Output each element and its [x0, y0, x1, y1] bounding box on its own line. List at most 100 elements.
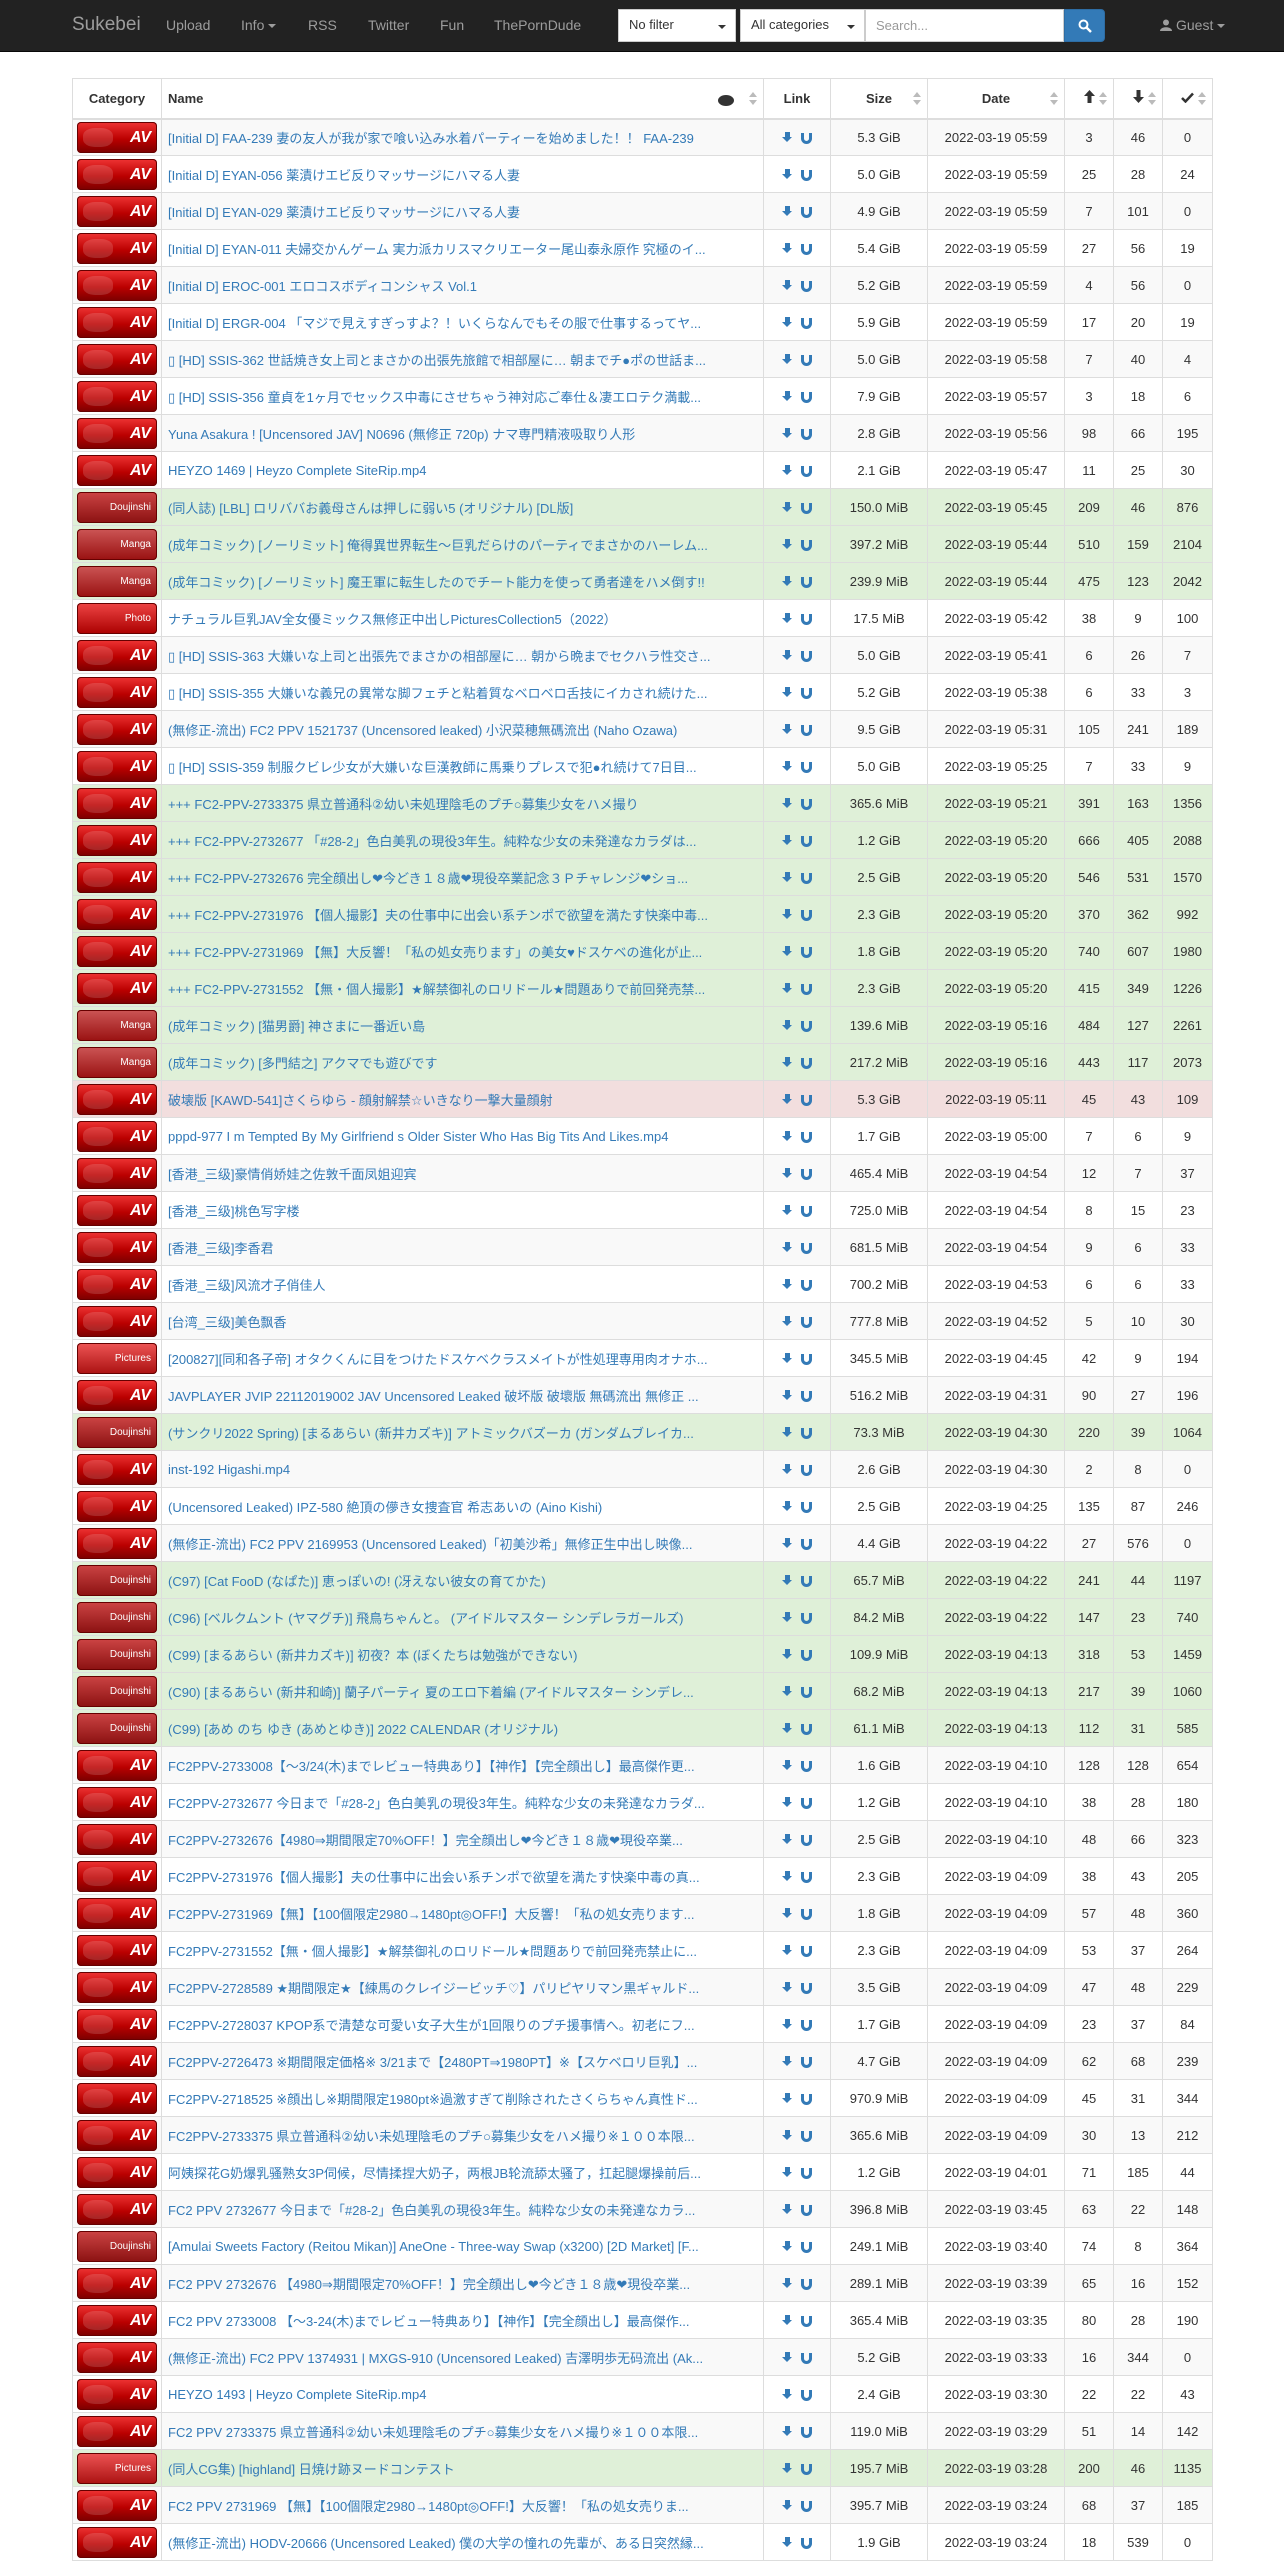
- magnet-icon[interactable]: [801, 2352, 812, 2364]
- category-badge[interactable]: Manga: [77, 1009, 157, 1041]
- magnet-icon[interactable]: [801, 2056, 812, 2068]
- download-icon[interactable]: [782, 983, 793, 995]
- category-badge[interactable]: AV: [77, 380, 157, 412]
- magnet-icon[interactable]: [801, 1427, 812, 1439]
- category-badge[interactable]: AV: [77, 1268, 157, 1300]
- sort-icon[interactable]: [913, 92, 921, 106]
- torrent-title-link[interactable]: (成年コミック) [ノーリミット] 俺得異世界転生～巨乳だらけのパーティでまさか…: [168, 538, 708, 553]
- magnet-icon[interactable]: [801, 1242, 812, 1254]
- download-icon[interactable]: [782, 1760, 793, 1772]
- magnet-icon[interactable]: [801, 909, 812, 921]
- torrent-title-link[interactable]: (成年コミック) [ノーリミット] 魔王軍に転生したのでチート能力を使って勇者達…: [168, 575, 705, 590]
- download-icon[interactable]: [782, 687, 793, 699]
- sort-icon[interactable]: [749, 92, 757, 106]
- magnet-icon[interactable]: [801, 1908, 812, 1920]
- header-name[interactable]: Name: [161, 78, 764, 120]
- search-button[interactable]: [1064, 9, 1105, 42]
- magnet-icon[interactable]: [801, 983, 812, 995]
- category-badge[interactable]: Manga: [77, 528, 157, 560]
- torrent-title-link[interactable]: FC2PPV-2731552【無・個人撮影】★解禁御礼のロリドール★問題ありで前…: [168, 1944, 697, 1959]
- download-icon[interactable]: [782, 280, 793, 292]
- magnet-icon[interactable]: [801, 354, 812, 366]
- download-icon[interactable]: [782, 1871, 793, 1883]
- download-icon[interactable]: [782, 2463, 793, 2475]
- category-badge[interactable]: Photo: [77, 602, 157, 634]
- download-icon[interactable]: [782, 2019, 793, 2031]
- torrent-title-link[interactable]: ▯ [HD] SSIS-362 世話焼き女上司とまさかの出張先旅館で相部屋に… …: [168, 353, 706, 368]
- download-icon[interactable]: [782, 2130, 793, 2142]
- download-icon[interactable]: [782, 354, 793, 366]
- download-icon[interactable]: [782, 1908, 793, 1920]
- download-icon[interactable]: [782, 465, 793, 477]
- download-icon[interactable]: [782, 317, 793, 329]
- torrent-title-link[interactable]: (Uncensored Leaked) IPZ-580 絶頂の儚き女捜査官 希志…: [168, 1500, 602, 1515]
- torrent-title-link[interactable]: FC2 PPV 2733375 県立普通科②幼い未処理陰毛のプチ○募集少女をハメ…: [168, 2425, 698, 2440]
- category-badge[interactable]: AV: [77, 195, 157, 227]
- magnet-icon[interactable]: [801, 1538, 812, 1550]
- category-badge[interactable]: AV: [77, 1490, 157, 1522]
- magnet-icon[interactable]: [801, 169, 812, 181]
- torrent-title-link[interactable]: [Initial D] EYAN-011 夫婦交かんゲーム 実力派カリスマクリエ…: [168, 242, 706, 257]
- torrent-title-link[interactable]: (成年コミック) [多門結之] アクマでも遊びです: [168, 1056, 437, 1071]
- download-icon[interactable]: [782, 1834, 793, 1846]
- category-badge[interactable]: AV: [77, 454, 157, 486]
- download-icon[interactable]: [782, 1649, 793, 1661]
- category-badge[interactable]: AV: [77, 750, 157, 782]
- magnet-icon[interactable]: [801, 835, 812, 847]
- download-icon[interactable]: [782, 539, 793, 551]
- category-badge[interactable]: Doujinshi: [77, 2230, 157, 2262]
- download-icon[interactable]: [782, 1945, 793, 1957]
- download-icon[interactable]: [782, 2426, 793, 2438]
- magnet-icon[interactable]: [801, 761, 812, 773]
- header-size[interactable]: Size: [830, 78, 928, 120]
- download-icon[interactable]: [782, 428, 793, 440]
- magnet-icon[interactable]: [801, 2537, 812, 2549]
- magnet-icon[interactable]: [801, 206, 812, 218]
- torrent-title-link[interactable]: FC2 PPV 2733008 【〜3-24(木)までレビュー特典あり】【神作】…: [168, 2314, 690, 2329]
- torrent-title-link[interactable]: (成年コミック) [猫男爵] 神さまに一番近い島: [168, 1019, 425, 1034]
- header-seeders[interactable]: [1064, 78, 1114, 120]
- magnet-icon[interactable]: [801, 1168, 812, 1180]
- torrent-title-link[interactable]: HEYZO 1493 | Heyzo Complete SiteRip.mp4: [168, 2387, 426, 2402]
- torrent-title-link[interactable]: (無修正-流出) FC2 PPV 1374931 | MXGS-910 (Unc…: [168, 2351, 703, 2366]
- download-icon[interactable]: [782, 724, 793, 736]
- torrent-title-link[interactable]: (無修正-流出) HODV-20666 (Uncensored Leaked) …: [168, 2536, 704, 2551]
- brand-logo[interactable]: Sukebei: [72, 14, 141, 36]
- magnet-icon[interactable]: [801, 798, 812, 810]
- nav-theporndude[interactable]: ThePornDude: [494, 17, 581, 33]
- download-icon[interactable]: [782, 1538, 793, 1550]
- sort-icon[interactable]: [1198, 92, 1206, 106]
- magnet-icon[interactable]: [801, 1057, 812, 1069]
- category-badge[interactable]: AV: [77, 232, 157, 264]
- torrent-title-link[interactable]: FC2PPV-2718525 ※顔出し※期間限定1980pt※過激すぎて削除され…: [168, 2092, 698, 2107]
- category-select[interactable]: All categories: [740, 9, 865, 42]
- magnet-icon[interactable]: [801, 1723, 812, 1735]
- download-icon[interactable]: [782, 2093, 793, 2105]
- magnet-icon[interactable]: [801, 2426, 812, 2438]
- category-badge[interactable]: Doujinshi: [77, 1564, 157, 1596]
- torrent-title-link[interactable]: FC2PPV-2731976【個人撮影】夫の仕事中に出会い系チンポで欲望を満たす…: [168, 1870, 700, 1885]
- download-icon[interactable]: [782, 1501, 793, 1513]
- category-badge[interactable]: Doujinshi: [77, 1675, 157, 1707]
- sort-icon[interactable]: [1148, 92, 1156, 106]
- torrent-title-link[interactable]: [香港_三级]李香君: [168, 1241, 273, 1256]
- torrent-title-link[interactable]: JAVPLAYER JVIP 22112019002 JAV Uncensore…: [168, 1389, 699, 1404]
- nav-rss[interactable]: RSS: [308, 17, 337, 33]
- torrent-title-link[interactable]: FC2PPV-2726473 ※期間限定価格※ 3/21まで【2480PT⇒19…: [168, 2055, 697, 2070]
- torrent-title-link[interactable]: [香港_三级]风流才子俏佳人: [168, 1278, 325, 1293]
- magnet-icon[interactable]: [801, 872, 812, 884]
- category-badge[interactable]: Doujinshi: [77, 491, 157, 523]
- magnet-icon[interactable]: [801, 1797, 812, 1809]
- header-completed[interactable]: [1162, 78, 1213, 120]
- download-icon[interactable]: [782, 613, 793, 625]
- torrent-title-link[interactable]: ▯ [HD] SSIS-356 童貞を1ヶ月でセックス中毒にさせちゃう神対応ご奉…: [168, 390, 701, 405]
- download-icon[interactable]: [782, 2389, 793, 2401]
- category-badge[interactable]: AV: [77, 1934, 157, 1966]
- category-badge[interactable]: AV: [77, 1453, 157, 1485]
- torrent-title-link[interactable]: (同人CG集) [highland] 日焼け跡ヌードコンテスト: [168, 2462, 455, 2477]
- comment-icon[interactable]: [718, 92, 737, 107]
- torrent-title-link[interactable]: FC2 PPV 2731969 【無】【100個限定2980→1480pt◎OF…: [168, 2499, 689, 2514]
- category-badge[interactable]: AV: [77, 2341, 157, 2373]
- magnet-icon[interactable]: [801, 1353, 812, 1365]
- download-icon[interactable]: [782, 761, 793, 773]
